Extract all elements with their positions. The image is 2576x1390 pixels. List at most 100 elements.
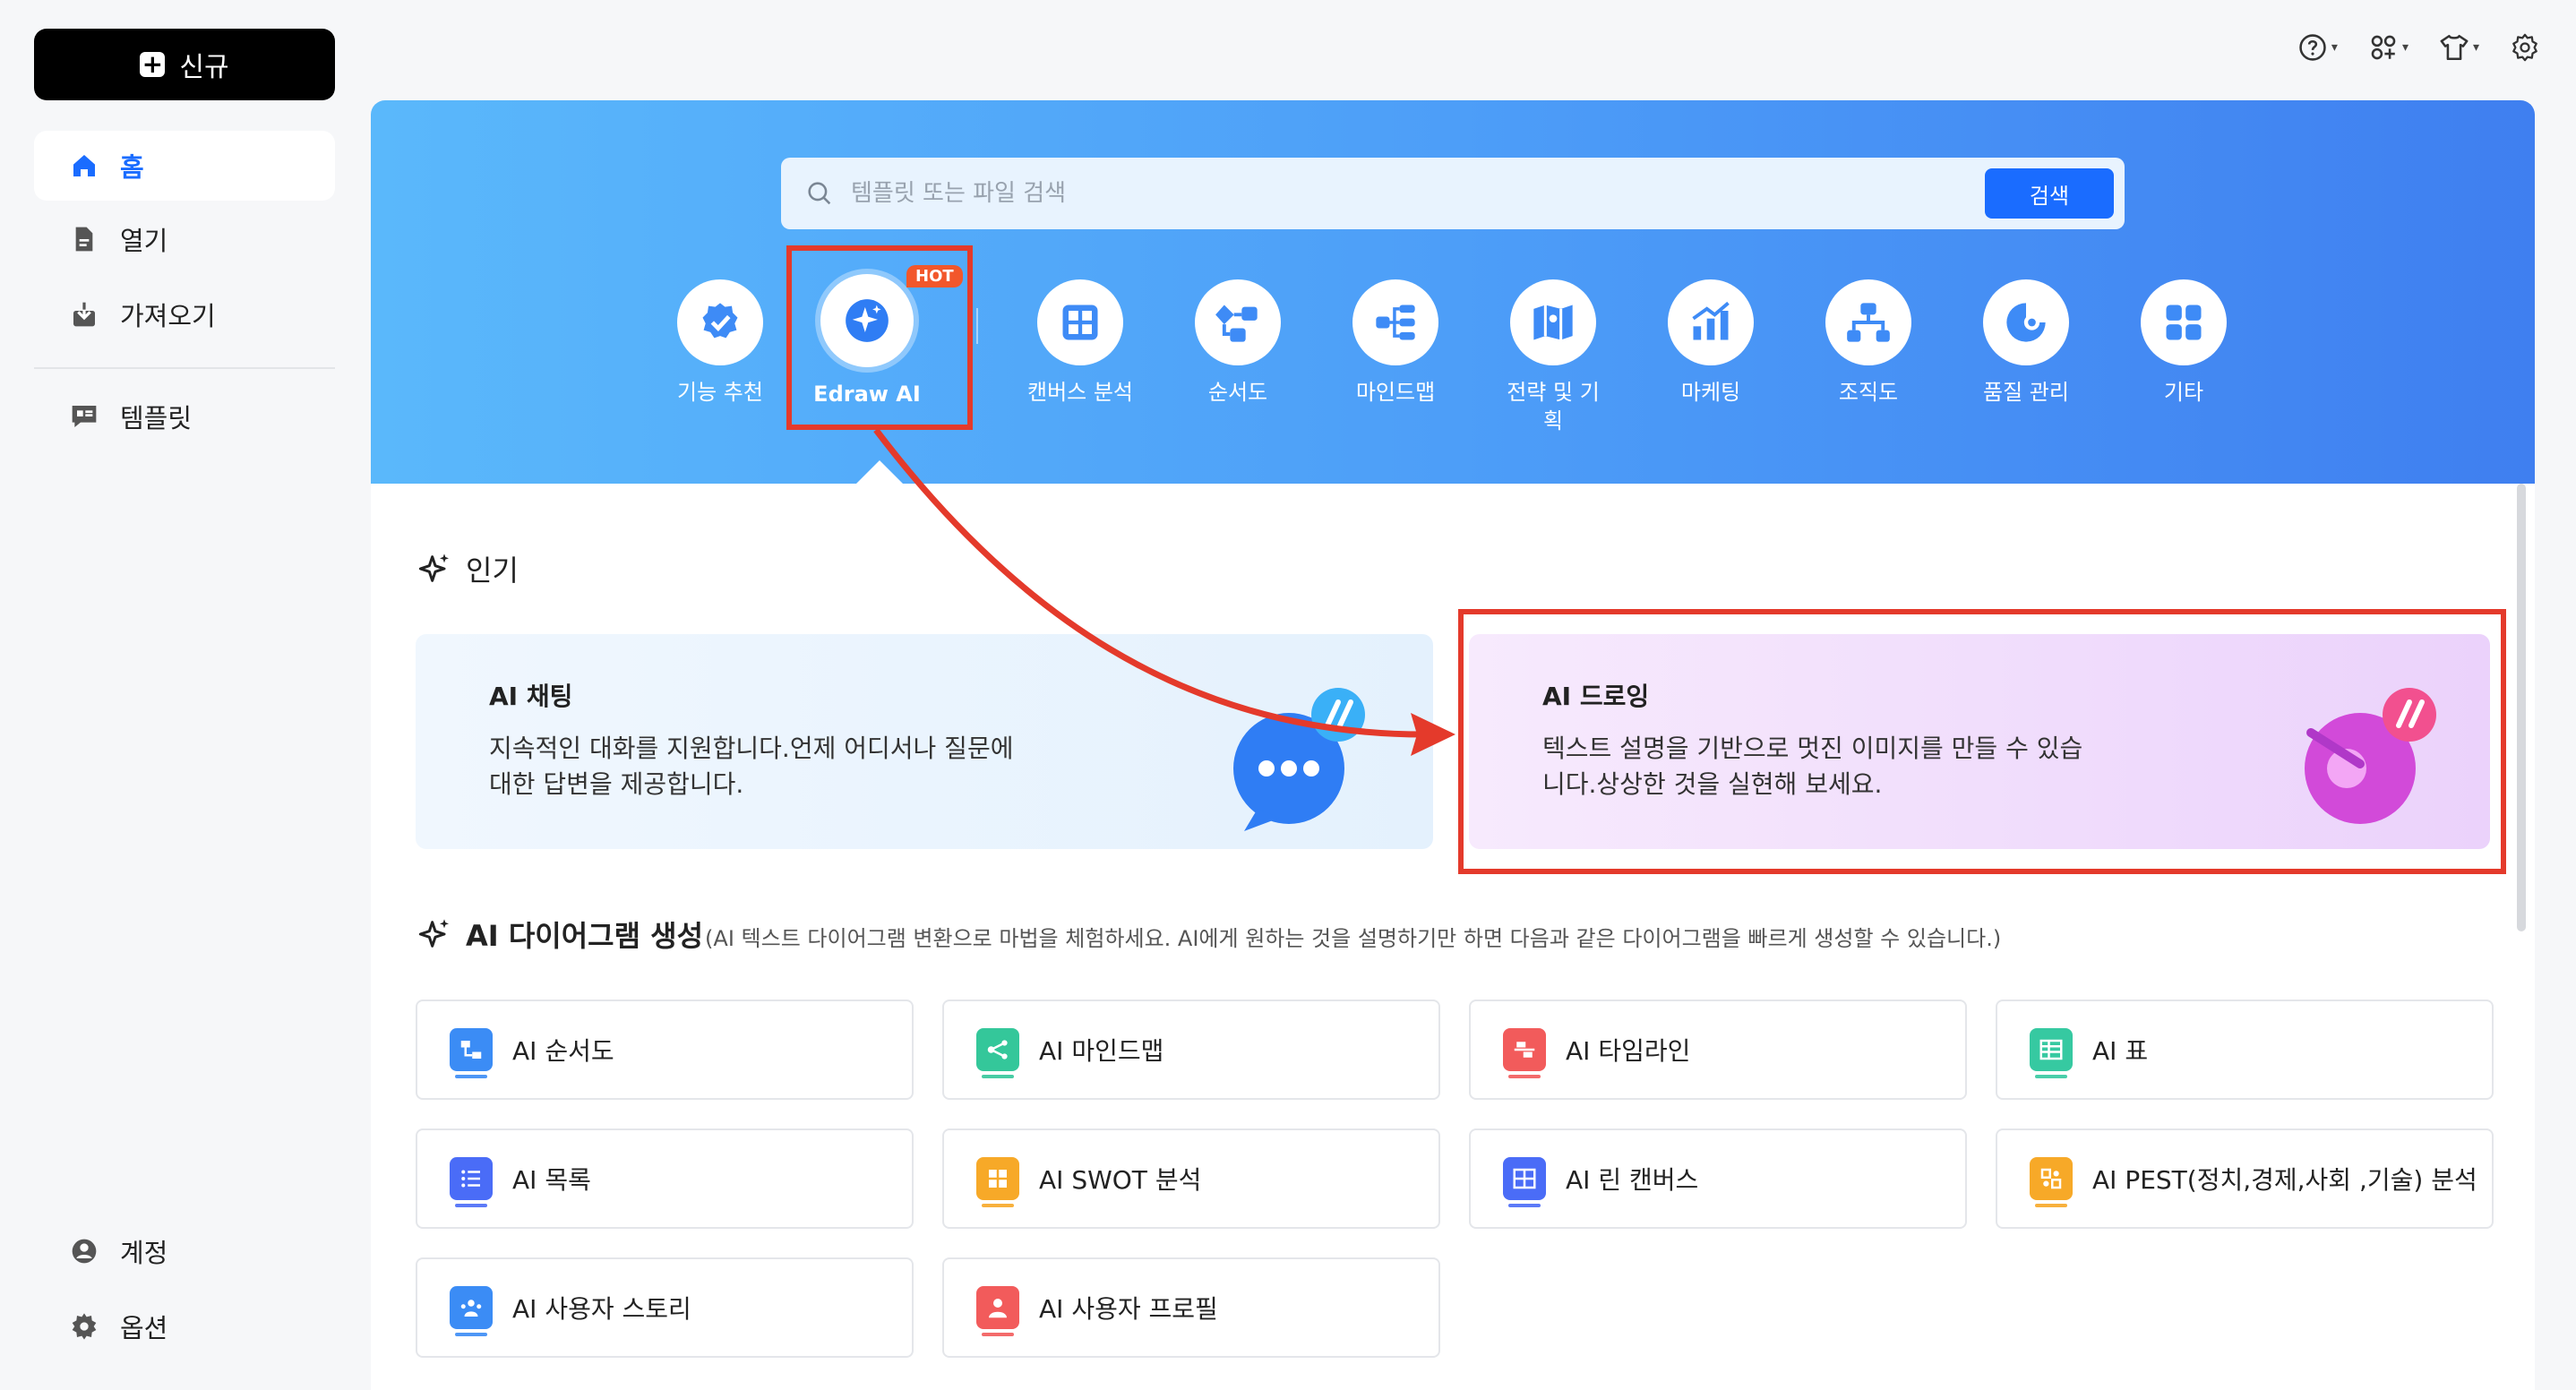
file-icon [75,227,93,252]
category-strategy-planning[interactable]: 전략 및 기획 [1474,279,1632,435]
category-feature-recommend[interactable]: 기능 추천 [641,279,799,407]
shirt-icon [2440,34,2469,61]
theme-button[interactable]: ▾ [2439,32,2479,63]
ai-button-label: AI 순서도 [512,1036,614,1066]
selection-notch [854,460,905,485]
top-toolbar: ▾ ▾ ▾ [2297,32,2540,63]
ai-lean-canvas-button[interactable]: AI 린 캔버스 [1469,1128,1967,1229]
sidebar-item-options[interactable]: 옵션 [34,1291,335,1361]
chat-bubble-icon [1233,688,1365,831]
category-circle [1983,279,2069,365]
ai-user-story-button[interactable]: AI 사용자 스토리 [416,1257,914,1358]
ai-swot-button[interactable]: AI SWOT 분석 [942,1128,1440,1229]
search-bar: 검색 [781,158,2125,229]
hero-banner: 검색 기능 추천 HOT Edraw AI 캔버스 분석 [371,100,2535,485]
sidebar-item-label: 계정 [120,1238,168,1268]
category-label: 마케팅 [1680,380,1741,405]
chevron-down-icon: ▾ [2472,40,2479,55]
quality-icon [2006,303,2046,342]
category-label: 마인드맵 [1355,380,1436,405]
category-label: 품질 관리 [1983,380,2069,405]
category-canvas-analysis[interactable]: 캔버스 분석 [1001,279,1159,407]
ai-button-label: AI SWOT 분석 [1039,1165,1202,1195]
new-button[interactable]: + 신규 [34,29,335,100]
sidebar-item-account[interactable]: 계정 [34,1216,335,1286]
lean-canvas-icon [1503,1157,1546,1207]
mindmap-icon [1376,305,1415,340]
ai-button-label: AI 표 [2092,1036,2149,1066]
highlight-box-ai-drawing [1458,609,2506,874]
category-label: 순서도 [1207,380,1268,405]
ai-timeline-button[interactable]: AI 타임라인 [1469,1000,1967,1100]
ai-flowchart-button[interactable]: AI 순서도 [416,1000,914,1100]
category-label: 전략 및 기획 [1507,380,1600,433]
settings-button[interactable] [2510,32,2540,63]
canvas-grid-icon [1062,305,1098,340]
apps-icon [2371,35,2396,60]
ai-pest-button[interactable]: AI PEST(정치,경제,사회 ,기술) 분석 [1996,1128,2494,1229]
ai-list-button[interactable]: AI 목록 [416,1128,914,1229]
category-other[interactable]: 기타 [2105,279,2263,407]
category-circle [1825,279,1911,365]
import-icon [73,302,95,327]
user-story-icon [450,1286,493,1336]
category-circle [1352,279,1438,365]
ai-button-label: AI 목록 [512,1165,591,1195]
map-icon [1533,305,1573,340]
category-circle [677,279,763,365]
plus-icon: + [140,52,166,77]
list-icon [450,1157,493,1207]
scrollbar[interactable] [2517,484,2526,931]
category-label: 기능 추천 [677,380,763,405]
sidebar-item-templates[interactable]: 템플릿 [34,382,335,451]
table-icon [2030,1028,2073,1078]
sidebar-item-open[interactable]: 열기 [34,204,335,274]
ai-chat-card[interactable]: AI 채팅 지속적인 대화를 지원합니다.언제 어디서나 질문에 대한 답변을 … [416,634,1433,849]
ai-button-label: AI 타임라인 [1566,1036,1691,1066]
category-org-chart[interactable]: 조직도 [1790,279,1947,407]
category-quality-management[interactable]: 품질 관리 [1947,279,2105,407]
card-description: 지속적인 대화를 지원합니다.언제 어디서나 질문에 대한 답변을 제공합니다. [489,734,1014,799]
category-circle [2141,279,2227,365]
sidebar-item-label: 홈 [120,152,144,183]
sidebar-item-label: 열기 [120,226,168,256]
highlight-box-edraw-ai [786,245,973,430]
category-label: 기타 [2163,380,2204,405]
sidebar: + 신규 홈 열기 가져오기 템플릿 계정 옵션 [0,0,367,1390]
help-button[interactable]: ▾ [2297,32,2338,63]
template-icon [72,406,97,427]
ai-button-label: AI PEST(정치,경제,사회 ,기술) 분석 [2092,1165,2477,1195]
badge-check-icon [702,303,738,339]
account-icon [72,1239,97,1264]
more-grid-icon [2166,305,2202,340]
sidebar-item-label: 템플릿 [120,403,193,433]
category-marketing[interactable]: 마케팅 [1632,279,1790,407]
ai-diagram-title: AI 다이어그램 생성 [466,919,704,953]
category-mindmap[interactable]: 마인드맵 [1317,279,1474,407]
category-circle [1195,279,1281,365]
ai-diagram-section-title: AI 다이어그램 생성(AI 텍스트 다이어그램 변환으로 마법을 체험하세요.… [417,914,2001,955]
sidebar-item-home[interactable]: 홈 [34,131,335,201]
swot-icon [976,1157,1019,1207]
search-input[interactable] [851,180,1969,207]
timeline-icon [1503,1028,1546,1078]
ai-user-profile-button[interactable]: AI 사용자 프로필 [942,1257,1440,1358]
category-label: 캔버스 분석 [1026,380,1134,405]
chevron-down-icon: ▾ [2401,40,2409,55]
ai-table-button[interactable]: AI 표 [1996,1000,2494,1100]
ai-button-label: AI 린 캔버스 [1566,1165,1699,1195]
category-label: 조직도 [1838,380,1899,405]
org-chart-icon [1847,303,1890,342]
gear-icon [2512,33,2537,62]
ai-mindmap-button[interactable]: AI 마인드맵 [942,1000,1440,1100]
category-circle [1668,279,1754,365]
sidebar-item-import[interactable]: 가져오기 [34,279,335,349]
search-button[interactable]: 검색 [1985,168,2114,219]
category-circle [1510,279,1596,365]
sidebar-divider [34,367,335,369]
category-flowchart[interactable]: 순서도 [1159,279,1317,407]
ai-button-label: AI 마인드맵 [1039,1036,1164,1066]
apps-button[interactable]: ▾ [2368,32,2409,63]
sidebar-item-label: 옵션 [120,1313,168,1343]
search-icon [808,182,831,205]
